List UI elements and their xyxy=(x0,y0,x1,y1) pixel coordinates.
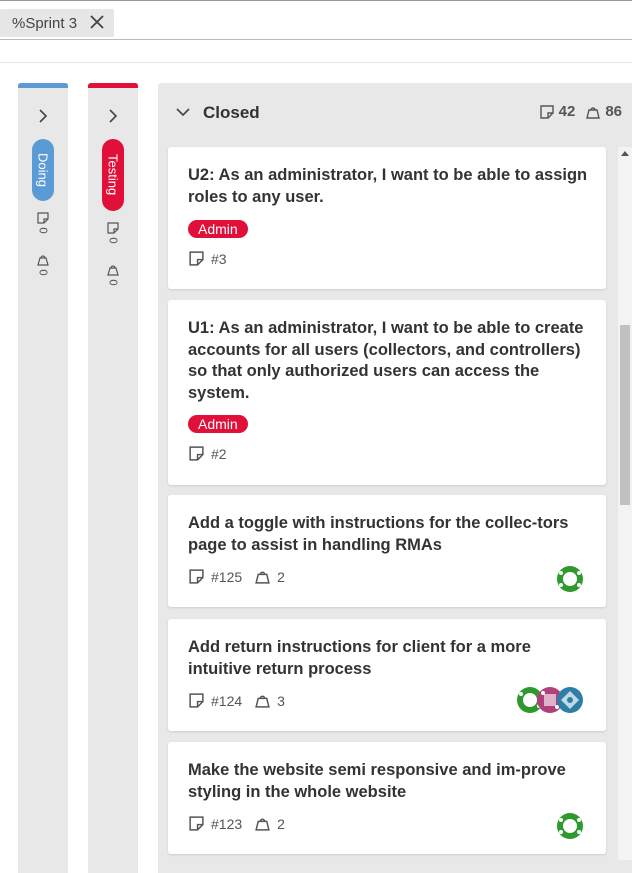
lane-estimate: 0 xyxy=(103,263,123,286)
card-count: 42 xyxy=(558,103,576,120)
card-meta: #123 2 xyxy=(188,815,285,832)
card-icon xyxy=(107,222,119,234)
weight-icon xyxy=(255,695,270,708)
card-number: #124 xyxy=(211,692,243,709)
card-title[interactable]: U2: As an administrator, I want to be ab… xyxy=(188,165,588,208)
issue-card[interactable]: Add a toggle with instructions for the c… xyxy=(168,495,606,607)
weight-icon xyxy=(255,818,270,831)
lane-name: Testing xyxy=(105,154,121,196)
filter-chip-label: %Sprint 3 xyxy=(12,14,78,32)
lane-closed: Closed 42 86 U2: As an administrator, I … xyxy=(158,83,632,873)
lane-card-count: 0 xyxy=(103,221,123,244)
card-number: #123 xyxy=(211,815,243,832)
assignee-avatar[interactable] xyxy=(556,686,584,714)
lane-name-badge: Doing xyxy=(32,139,54,201)
lane-doing[interactable]: Doing 0 0 xyxy=(18,83,68,873)
lane-title: Closed xyxy=(203,103,260,122)
card-icon xyxy=(539,104,554,119)
issue-card[interactable]: Make the website semi responsive and im-… xyxy=(168,742,606,854)
lane-name-badge: Testing xyxy=(102,139,124,211)
chevron-right-icon[interactable] xyxy=(34,107,52,125)
card-estimate: 2 xyxy=(254,815,285,832)
card-number: #2 xyxy=(211,445,227,462)
scrollbar-thumb[interactable] xyxy=(620,325,630,505)
weight-icon xyxy=(255,571,270,584)
card-estimate: 2 xyxy=(254,568,285,585)
card-meta: #124 3 xyxy=(188,692,285,709)
card-number: #125 xyxy=(211,568,243,585)
close-icon[interactable] xyxy=(88,13,106,31)
issue-card[interactable]: U2: As an administrator, I want to be ab… xyxy=(168,147,606,289)
filter-chip[interactable]: %Sprint 3 xyxy=(0,9,114,37)
card-meta: #125 2 xyxy=(188,568,285,585)
filter-bar: %Sprint 3 xyxy=(0,0,632,40)
issue-card[interactable]: Add return instructions for client for a… xyxy=(168,619,606,731)
chevron-right-icon[interactable] xyxy=(104,107,122,125)
lane-color-bar xyxy=(18,83,68,88)
scroll-up-arrow-icon[interactable] xyxy=(621,151,629,156)
card-icon xyxy=(189,569,204,584)
assignee-avatar[interactable] xyxy=(556,565,584,593)
card-icon xyxy=(189,251,204,266)
lane-color-bar xyxy=(88,83,138,88)
estimate-total: 86 xyxy=(605,103,622,120)
toolbar xyxy=(0,40,632,63)
card-icon xyxy=(189,446,204,461)
card-title[interactable]: U1: As an administrator, I want to be ab… xyxy=(188,318,588,404)
weight-icon xyxy=(37,255,49,266)
card-number: #3 xyxy=(211,250,227,267)
card-meta: #2 xyxy=(188,445,227,462)
card-icon xyxy=(189,693,204,708)
card-title[interactable]: Add a toggle with instructions for the c… xyxy=(188,513,588,556)
lane-testing[interactable]: Testing 0 0 xyxy=(88,83,138,873)
chevron-down-icon[interactable] xyxy=(174,103,192,121)
scrollbar[interactable] xyxy=(618,147,632,860)
lane-card-count: 0 xyxy=(33,211,53,234)
card-title[interactable]: Add return instructions for client for a… xyxy=(188,637,588,680)
lane-stats: 42 86 xyxy=(529,103,622,120)
issue-card[interactable]: U1: As an administrator, I want to be ab… xyxy=(168,300,606,485)
card-estimate: 3 xyxy=(254,692,285,709)
assignee-avatar[interactable] xyxy=(556,812,584,840)
estimate-value: 2 xyxy=(277,568,285,585)
estimate-value: 3 xyxy=(277,692,285,709)
card-meta: #3 xyxy=(188,250,227,267)
card-icon xyxy=(189,816,204,831)
card-title[interactable]: Make the website semi responsive and im-… xyxy=(188,760,588,803)
lane-header: Closed 42 86 xyxy=(158,83,632,143)
weight-icon xyxy=(586,106,601,119)
board: Doing 0 0 Testing 0 0 Closed 42 86 U2: A… xyxy=(0,63,632,873)
label-badge[interactable]: Admin xyxy=(188,415,248,433)
weight-icon xyxy=(107,265,119,276)
estimate-value: 2 xyxy=(277,815,285,832)
label-badge[interactable]: Admin xyxy=(188,220,248,238)
card-icon xyxy=(37,212,49,224)
lane-name: Doing xyxy=(35,153,51,187)
lane-estimate: 0 xyxy=(33,253,53,276)
